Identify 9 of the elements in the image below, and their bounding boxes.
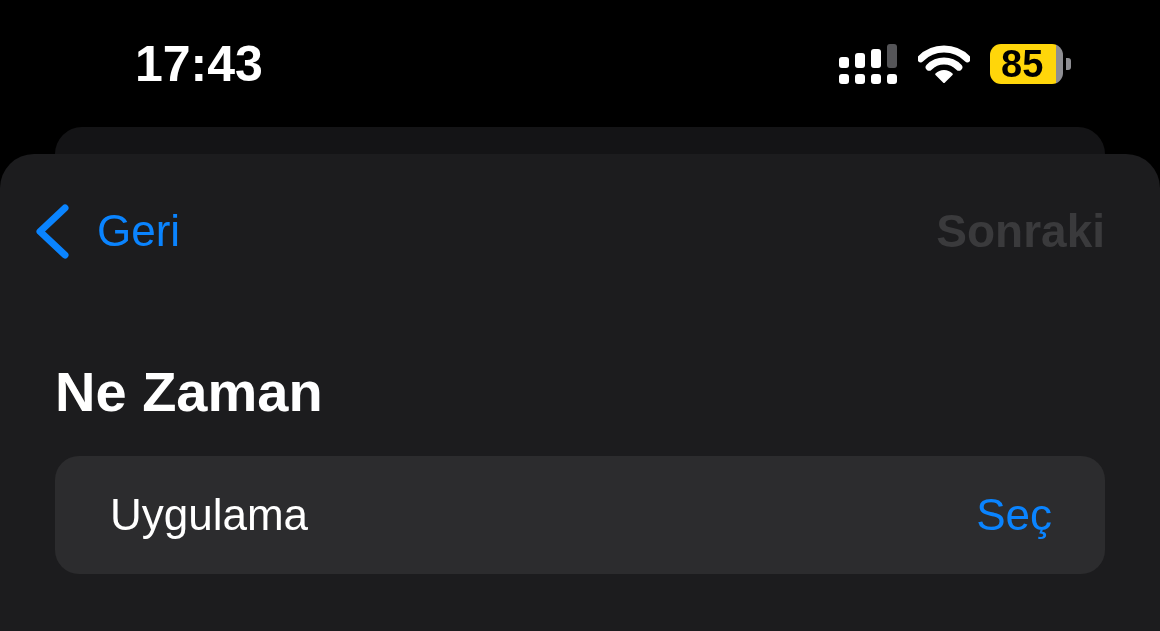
- status-time: 17:43: [135, 38, 263, 89]
- wifi-icon: [918, 44, 970, 83]
- battery-percentage: 85: [1001, 44, 1044, 83]
- section-title: Ne Zaman: [55, 364, 324, 420]
- row-label: Uygulama: [110, 493, 309, 537]
- signal-icon: [839, 43, 898, 84]
- choose-button[interactable]: Seç: [976, 493, 1052, 537]
- back-button[interactable]: Geri: [35, 203, 181, 259]
- chevron-left-icon: [35, 203, 69, 259]
